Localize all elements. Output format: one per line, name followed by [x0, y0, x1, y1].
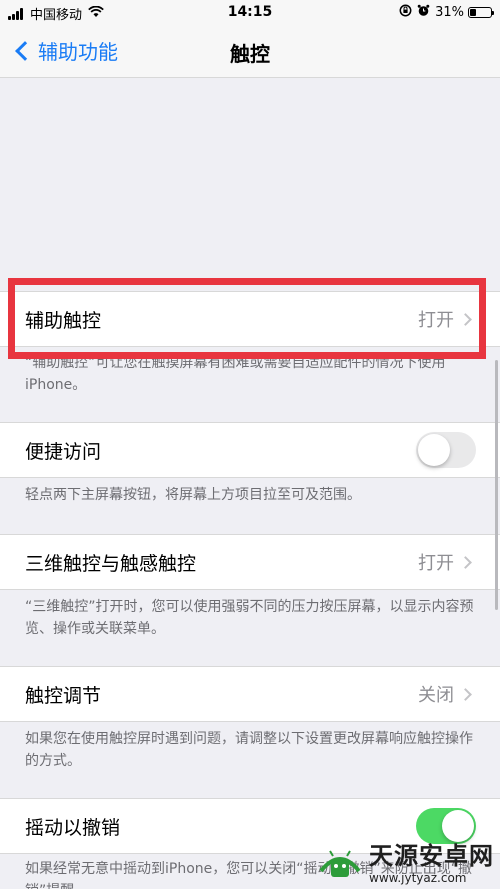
orientation-lock-icon	[399, 4, 412, 20]
chevron-right-icon	[459, 687, 472, 701]
battery-icon	[468, 6, 494, 18]
row-reachability: 便捷访问	[0, 422, 500, 478]
battery-percent: 31%	[435, 4, 464, 20]
row-label: 三维触控与触感触控	[25, 552, 197, 575]
watermark: 天源安卓网 www.jytyaz.com	[317, 836, 494, 885]
row-label: 触控调节	[25, 684, 102, 707]
row-label: 摇动以撤销	[25, 816, 121, 839]
row-value: 关闭	[418, 685, 454, 706]
status-right: 31%	[399, 4, 494, 20]
status-bar: 中国移动 14:15 31%	[0, 0, 500, 26]
alarm-icon	[417, 4, 430, 20]
row-label: 便捷访问	[25, 440, 102, 463]
reachability-footnote: 轻点两下主屏幕按钮，将屏幕上方项目拉至可及范围。	[25, 487, 361, 503]
navigation-bar: 辅助功能 触控	[0, 26, 500, 78]
3d-touch-footnote: “三维触控”打开时，您可以使用强弱不同的压力按压屏幕，以显示内容预览、操作或关联…	[25, 599, 474, 637]
touch-accommodations-footnote: 如果您在使用触控屏时遇到问题，请调整以下设置更改屏幕响应触控操作的方式。	[25, 731, 473, 769]
highlight-annotation	[8, 278, 486, 359]
row-value: 打开	[418, 553, 454, 574]
watermark-url: www.jytyaz.com	[369, 871, 467, 885]
row-3d-touch[interactable]: 三维触控与触感触控 打开	[0, 534, 500, 590]
page-title: 触控	[230, 42, 270, 66]
toggle-knob	[418, 434, 450, 466]
scrollbar[interactable]	[495, 360, 498, 610]
watermark-title: 天源安卓网	[369, 842, 494, 870]
battery-fill	[470, 8, 477, 16]
watermark-text: 天源安卓网 www.jytyaz.com	[369, 836, 494, 885]
reachability-toggle[interactable]	[416, 432, 476, 468]
row-touch-accommodations[interactable]: 触控调节 关闭	[0, 666, 500, 722]
chevron-right-icon	[459, 555, 472, 569]
watermark-logo-icon	[317, 841, 363, 881]
